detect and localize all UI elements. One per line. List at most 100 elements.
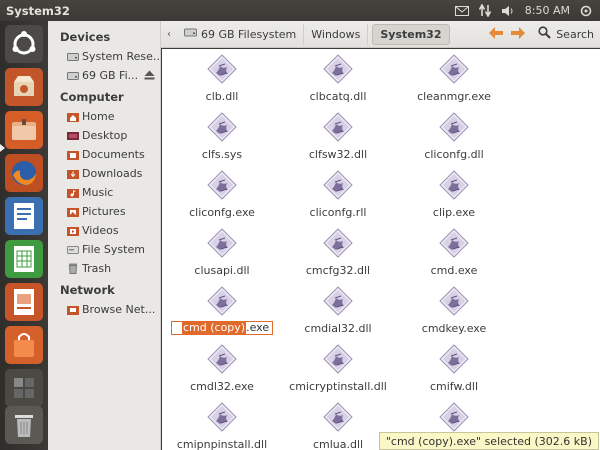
sidebar-item-browse-network[interactable]: Browse Net...: [48, 300, 160, 319]
breadcrumb-windows[interactable]: Windows: [304, 23, 369, 45]
executable-file-icon: [321, 226, 355, 260]
volume-icon[interactable]: [501, 0, 515, 21]
pictures-folder-icon: [67, 206, 79, 217]
file-name: clfsw32.dll: [308, 148, 368, 161]
file-item[interactable]: clbcatq.dll: [280, 52, 396, 103]
file-item[interactable]: cleanmgr.exe: [396, 52, 512, 103]
file-name: cmdkey.exe: [421, 322, 487, 335]
location-toolbar: ‹ 69 GB Filesystem Windows System32 Sear…: [161, 21, 600, 48]
file-name: clb.dll: [205, 90, 239, 103]
ubuntu-one-bag-icon[interactable]: [5, 326, 43, 364]
file-item[interactable]: cmd.exe: [396, 226, 512, 277]
search-button[interactable]: Search: [532, 26, 594, 42]
power-gear-icon[interactable]: [580, 0, 592, 21]
drive-icon: [67, 70, 79, 81]
sidebar-item-system-reserved[interactable]: System Rese...: [48, 47, 160, 66]
workspace-switcher-icon[interactable]: [5, 369, 43, 407]
executable-file-icon: [321, 110, 355, 144]
selection-status: "cmd (copy).exe" selected (302.6 kB): [378, 432, 599, 450]
sidebar-item-file-system[interactable]: File System: [48, 240, 160, 259]
rename-selected-text: cmd (copy): [182, 321, 247, 334]
executable-file-icon: [205, 52, 239, 86]
drive-icon: [67, 51, 79, 62]
files-app-icon[interactable]: [5, 111, 43, 149]
file-item[interactable]: cmcfg32.dll: [280, 226, 396, 277]
sidebar-item-pictures[interactable]: Pictures: [48, 202, 160, 221]
launcher: [0, 21, 48, 450]
file-name: cmlua.dll: [312, 438, 364, 450]
executable-file-icon: [321, 400, 355, 434]
ubuntu-software-center-icon[interactable]: [5, 68, 43, 106]
file-item[interactable]: clusapi.dll: [164, 226, 280, 277]
file-name: cliconfg.rll: [309, 206, 367, 219]
mail-icon[interactable]: [454, 0, 469, 21]
file-item[interactable]: clb.dll: [164, 52, 280, 103]
file-item[interactable]: cliconfg.exe: [164, 168, 280, 219]
trash-icon: [67, 263, 79, 274]
libreoffice-calc-icon[interactable]: [5, 240, 43, 278]
file-name: clbcatq.dll: [309, 90, 367, 103]
file-item[interactable]: clip.exe: [396, 168, 512, 219]
dash-home-icon[interactable]: [5, 25, 43, 63]
breadcrumb-system32[interactable]: System32: [372, 23, 450, 45]
executable-file-icon: [437, 226, 471, 260]
clock[interactable]: 8:50 AM: [525, 0, 570, 21]
rename-field[interactable]: cmd (copy) .exe: [171, 321, 273, 335]
file-item[interactable]: cmipnpinstall.dll: [164, 400, 280, 450]
back-arrow-icon[interactable]: [488, 26, 504, 43]
file-name: cleanmgr.exe: [417, 90, 491, 103]
music-folder-icon: [67, 187, 79, 198]
sidebar-item-home[interactable]: Home: [48, 107, 160, 126]
executable-file-icon: [321, 52, 355, 86]
file-name: cmicryptinstall.dll: [289, 380, 387, 393]
file-item[interactable]: cliconfg.rll: [280, 168, 396, 219]
executable-file-icon: [321, 168, 355, 202]
breadcrumb-scroll-left-icon[interactable]: ‹: [161, 29, 177, 40]
executable-file-icon: [205, 284, 239, 318]
sidebar-item-69gb-filesystem[interactable]: 69 GB Fi...: [48, 66, 160, 85]
breadcrumb-69gb-filesystem[interactable]: 69 GB Filesystem: [177, 23, 305, 45]
file-item[interactable]: cmicryptinstall.dll: [280, 342, 396, 393]
forward-arrow-icon[interactable]: [510, 26, 526, 43]
network-transfer-icon[interactable]: [478, 0, 491, 21]
desktop-icon: [67, 130, 79, 141]
eject-icon[interactable]: [144, 70, 155, 83]
drive-icon: [184, 27, 197, 41]
indicator-area: 8:50 AM: [454, 0, 600, 21]
documents-folder-icon: [67, 149, 79, 160]
firefox-icon[interactable]: [5, 154, 43, 192]
executable-file-icon: [437, 284, 471, 318]
file-name: cliconfg.exe: [189, 206, 255, 219]
file-item[interactable]: cmdl32.exe: [164, 342, 280, 393]
libreoffice-impress-icon[interactable]: [5, 283, 43, 321]
rename-extension-text: .exe: [246, 321, 270, 334]
file-item[interactable]: cmifw.dll: [396, 342, 512, 393]
sidebar-item-trash[interactable]: Trash: [48, 259, 160, 278]
executable-file-icon: [437, 52, 471, 86]
sidebar-item-videos[interactable]: Videos: [48, 221, 160, 240]
file-name: clip.exe: [432, 206, 476, 219]
downloads-folder-icon: [67, 168, 79, 179]
file-item[interactable]: cmdkey.exe: [396, 284, 512, 335]
executable-file-icon: [321, 284, 355, 318]
file-item[interactable]: cliconfg.dll: [396, 110, 512, 161]
sidebar-item-music[interactable]: Music: [48, 183, 160, 202]
sidebar-item-documents[interactable]: Documents: [48, 145, 160, 164]
file-icon-view[interactable]: clb.dll clbcatq.dll cleanmgr.exe clfs.sys cl…: [162, 49, 600, 450]
file-name: cmdial32.dll: [304, 322, 372, 335]
filesystem-icon: [67, 244, 79, 255]
file-item[interactable]: cmd (copy) .exe: [164, 284, 280, 335]
file-item[interactable]: cmdial32.dll: [280, 284, 396, 335]
network-icon: [67, 304, 79, 315]
executable-file-icon: [321, 342, 355, 376]
sidebar-item-downloads[interactable]: Downloads: [48, 164, 160, 183]
executable-file-icon: [437, 342, 471, 376]
file-item[interactable]: clfs.sys: [164, 110, 280, 161]
sidebar-item-desktop[interactable]: Desktop: [48, 126, 160, 145]
executable-file-icon: [437, 400, 471, 434]
file-item[interactable]: clfsw32.dll: [280, 110, 396, 161]
executable-file-icon: [205, 226, 239, 260]
libreoffice-writer-icon[interactable]: [5, 197, 43, 235]
places-sidebar: Devices System Rese... 69 GB Fi... Compu…: [48, 21, 161, 450]
trash-launcher-icon[interactable]: [5, 406, 43, 444]
